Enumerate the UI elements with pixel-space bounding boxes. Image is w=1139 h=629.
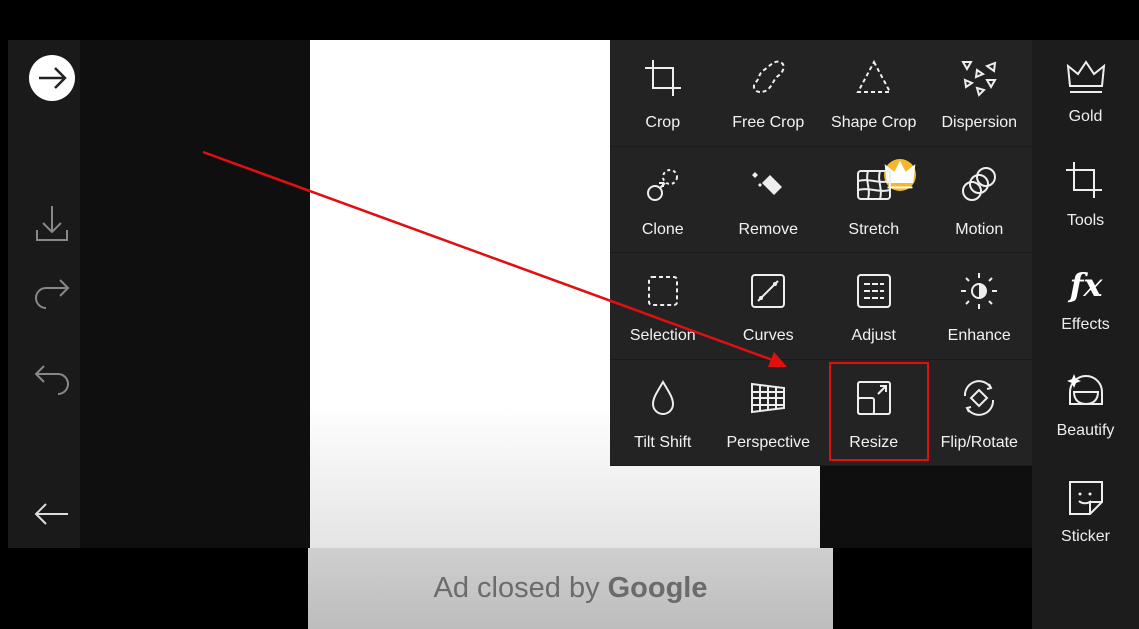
- annotation-arrow: [202, 150, 787, 367]
